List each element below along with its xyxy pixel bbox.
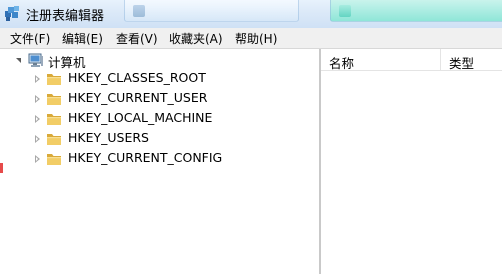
tree-item-hkey-local-machine[interactable]: HKEY_LOCAL_MACHINE bbox=[0, 109, 300, 129]
values-list[interactable]: 名称 类型 bbox=[321, 49, 502, 274]
menu-file[interactable]: 文件(F) bbox=[10, 30, 50, 47]
column-header-name[interactable]: 名称 bbox=[321, 49, 441, 71]
background-window-tab[interactable] bbox=[124, 0, 299, 22]
folder-icon bbox=[47, 74, 61, 85]
menu-favorites[interactable]: 收藏夹(A) bbox=[169, 30, 223, 47]
folder-icon bbox=[47, 154, 61, 165]
registry-editor-icon bbox=[5, 6, 19, 21]
tree-item-computer[interactable]: 计算机 bbox=[0, 51, 300, 71]
collapse-icon[interactable] bbox=[16, 58, 21, 63]
computer-icon bbox=[28, 53, 43, 67]
folder-icon bbox=[47, 114, 61, 125]
tree-item-hkey-current-config[interactable]: HKEY_CURRENT_CONFIG bbox=[0, 149, 300, 169]
window-icon bbox=[133, 5, 145, 17]
tree-item-hkey-current-user[interactable]: HKEY_CURRENT_USER bbox=[0, 89, 300, 109]
expand-icon[interactable] bbox=[35, 155, 40, 163]
folder-icon bbox=[47, 94, 61, 105]
tree-item-label: HKEY_CLASSES_ROOT bbox=[68, 70, 206, 85]
menu-edit[interactable]: 编辑(E) bbox=[62, 30, 103, 47]
tree-item-label: HKEY_USERS bbox=[68, 130, 149, 145]
expand-icon[interactable] bbox=[35, 115, 40, 123]
column-header-type[interactable]: 类型 bbox=[441, 49, 502, 71]
tree-item-label: HKEY_CURRENT_CONFIG bbox=[68, 150, 223, 165]
registry-tree[interactable]: 计算机 HKEY_CLASSES_ROOT HKEY_CURRENT_USER … bbox=[0, 49, 321, 274]
tree-item-hkey-users[interactable]: HKEY_USERS bbox=[0, 129, 300, 149]
window-icon bbox=[339, 5, 351, 17]
background-window-tab[interactable] bbox=[330, 0, 502, 22]
folder-icon bbox=[47, 134, 61, 145]
tree-item-hkey-classes-root[interactable]: HKEY_CLASSES_ROOT bbox=[0, 69, 300, 89]
menu-view[interactable]: 查看(V) bbox=[116, 30, 158, 47]
expand-icon[interactable] bbox=[35, 95, 40, 103]
menu-bar: 文件(F) 编辑(E) 查看(V) 收藏夹(A) 帮助(H) bbox=[0, 28, 502, 49]
title-bar[interactable]: 注册表编辑器 bbox=[0, 0, 502, 28]
window-title: 注册表编辑器 bbox=[26, 9, 105, 24]
menu-help[interactable]: 帮助(H) bbox=[235, 30, 277, 47]
expand-icon[interactable] bbox=[35, 135, 40, 143]
expand-icon[interactable] bbox=[35, 75, 40, 83]
tree-item-label: HKEY_CURRENT_USER bbox=[68, 90, 208, 105]
tree-item-label: HKEY_LOCAL_MACHINE bbox=[68, 110, 213, 125]
